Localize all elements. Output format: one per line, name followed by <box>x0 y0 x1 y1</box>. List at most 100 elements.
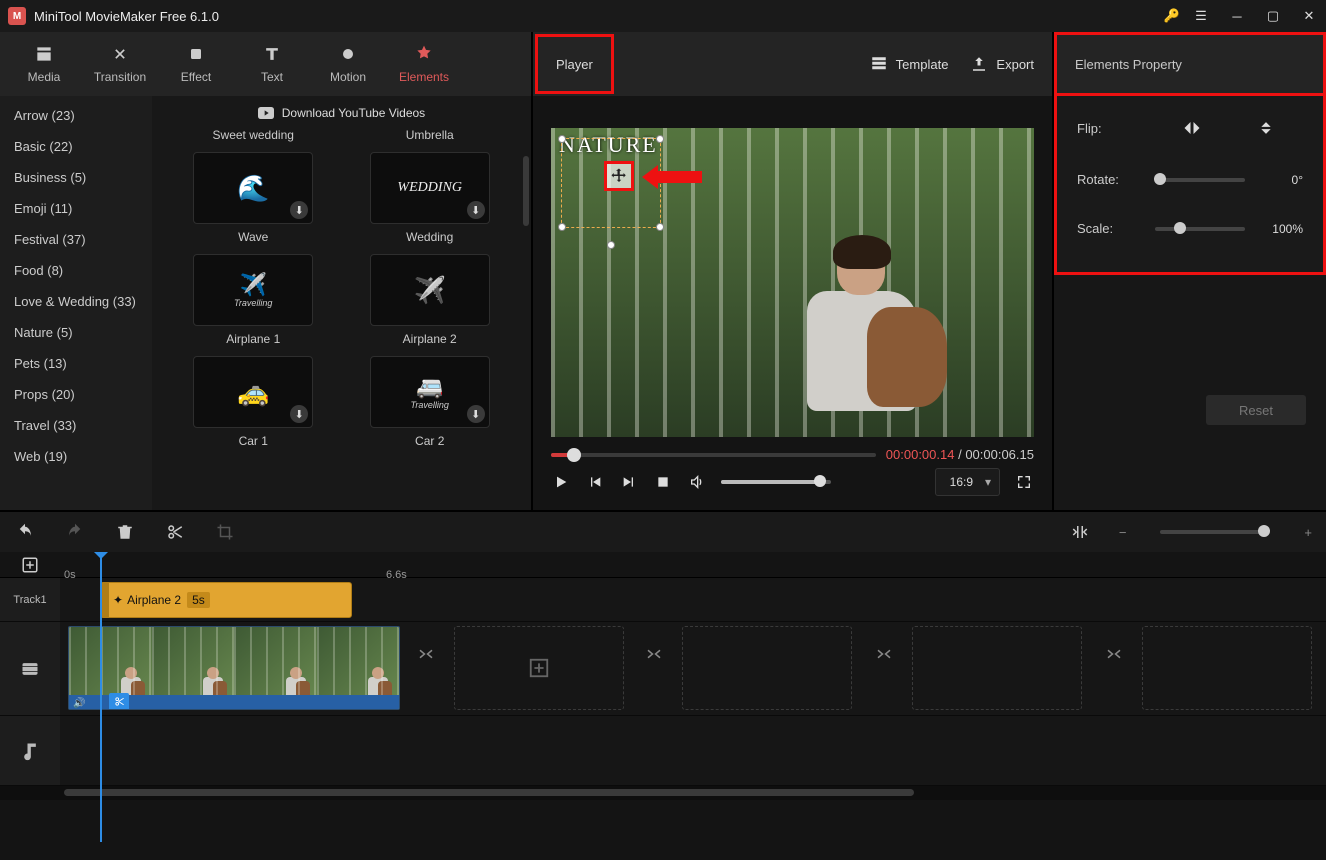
tab-text[interactable]: Text <box>234 32 310 96</box>
download-youtube-link[interactable]: Download YouTube Videos <box>158 100 525 128</box>
hamburger-icon[interactable]: ☰ <box>1192 8 1210 24</box>
tab-elements[interactable]: Elements <box>386 32 462 96</box>
tab-media[interactable]: Media <box>6 32 82 96</box>
fit-timeline-button[interactable] <box>1069 521 1091 543</box>
download-icon[interactable]: ⬇ <box>467 405 485 423</box>
audio-track-lane[interactable] <box>60 716 1326 785</box>
track-header[interactable]: Track1 <box>0 578 60 621</box>
thumb-label: Car 1 <box>239 434 268 448</box>
clip-split-badge[interactable] <box>109 693 129 709</box>
element-track-lane[interactable]: ✦ Airplane 2 5s <box>60 578 1326 621</box>
video-clip[interactable]: 🔊 <box>68 626 400 710</box>
volume-slider[interactable] <box>721 480 831 484</box>
stop-button[interactable] <box>653 472 673 492</box>
video-track-header[interactable] <box>0 622 60 715</box>
reset-label: Reset <box>1239 403 1273 418</box>
delete-button[interactable] <box>114 521 136 543</box>
undo-button[interactable] <box>14 521 36 543</box>
annotation-arrow-icon <box>642 165 702 189</box>
travel-caption: Travelling <box>234 298 272 308</box>
template-button[interactable]: Template <box>870 55 949 73</box>
thumb-label: Airplane 1 <box>226 332 280 346</box>
next-frame-button[interactable] <box>619 472 639 492</box>
transition-slot[interactable] <box>412 640 440 668</box>
category-item[interactable]: Props (20) <box>0 379 152 410</box>
download-icon[interactable]: ⬇ <box>467 201 485 219</box>
element-thumb[interactable]: ✈️ Airplane 2 <box>348 254 510 346</box>
maximize-icon[interactable]: ▢ <box>1264 8 1282 24</box>
zoom-out-button[interactable]: − <box>1119 525 1127 540</box>
volume-icon[interactable] <box>687 472 707 492</box>
category-item[interactable]: Travel (33) <box>0 410 152 441</box>
tab-motion[interactable]: Motion <box>310 32 386 96</box>
category-item[interactable]: Emoji (11) <box>0 193 152 224</box>
category-item[interactable]: Food (8) <box>0 255 152 286</box>
media-placeholder[interactable] <box>912 626 1082 710</box>
category-list[interactable]: Arrow (23) Basic (22) Business (5) Emoji… <box>0 96 152 510</box>
tab-transition[interactable]: Transition <box>82 32 158 96</box>
element-thumb[interactable]: WEDDING⬇ Wedding <box>348 152 510 244</box>
prev-frame-button[interactable] <box>585 472 605 492</box>
scrollbar-thumb[interactable] <box>523 156 529 226</box>
star-icon: ✦ <box>113 593 123 607</box>
export-button[interactable]: Export <box>970 55 1034 73</box>
timeline: 0s 6.6s Track1 ✦ Airplane 2 5s 🔊 <box>0 552 1326 860</box>
app-title: MiniTool MovieMaker Free 6.1.0 <box>34 9 219 24</box>
thumb-label: Car 2 <box>415 434 444 448</box>
close-icon[interactable]: ✕ <box>1300 8 1318 24</box>
category-item[interactable]: Love & Wedding (33) <box>0 286 152 317</box>
player-tab-label: Player <box>556 57 593 72</box>
audio-track-header[interactable] <box>0 716 60 785</box>
scale-slider[interactable] <box>1155 227 1245 231</box>
aspect-ratio-select[interactable]: 16:9 <box>935 468 1000 496</box>
minimize-icon[interactable]: ─ <box>1228 9 1246 24</box>
rotate-slider[interactable] <box>1155 178 1245 182</box>
crop-button[interactable] <box>214 521 236 543</box>
key-icon[interactable]: 🔑 <box>1164 8 1180 24</box>
category-item[interactable]: Nature (5) <box>0 317 152 348</box>
category-item[interactable]: Basic (22) <box>0 131 152 162</box>
add-track-button[interactable] <box>0 556 60 574</box>
fullscreen-button[interactable] <box>1014 472 1034 492</box>
properties-title: Elements Property <box>1075 57 1182 72</box>
transition-slot[interactable] <box>640 640 668 668</box>
video-track-lane[interactable]: 🔊 <box>60 622 1326 715</box>
element-thumb[interactable]: 🚕⬇ Car 1 <box>172 356 334 448</box>
zoom-slider[interactable] <box>1160 530 1270 534</box>
flip-vertical-button[interactable] <box>1252 118 1280 138</box>
media-placeholder[interactable] <box>682 626 852 710</box>
tab-effect[interactable]: Effect <box>158 32 234 96</box>
category-item[interactable]: Arrow (23) <box>0 100 152 131</box>
reset-button[interactable]: Reset <box>1206 395 1306 425</box>
add-media-placeholder[interactable] <box>454 626 624 710</box>
zoom-in-button[interactable]: + <box>1304 525 1312 540</box>
transition-slot[interactable] <box>870 640 898 668</box>
library-tabs: Media Transition Effect Text Motion Elem… <box>0 32 531 96</box>
element-clip[interactable]: ✦ Airplane 2 5s <box>100 582 352 618</box>
category-item[interactable]: Business (5) <box>0 162 152 193</box>
player-tab[interactable]: Player <box>535 34 614 94</box>
redo-button[interactable] <box>64 521 86 543</box>
split-button[interactable] <box>164 521 186 543</box>
preview-viewport[interactable]: NATURE <box>551 128 1034 437</box>
element-thumb[interactable]: Sweet wedding <box>172 128 334 142</box>
flip-horizontal-button[interactable] <box>1178 118 1206 138</box>
play-button[interactable] <box>551 472 571 492</box>
category-item[interactable]: Pets (13) <box>0 348 152 379</box>
element-thumb[interactable]: ✈️Travelling Airplane 1 <box>172 254 334 346</box>
clip-volume-icon[interactable]: 🔊 <box>73 698 85 709</box>
download-icon[interactable]: ⬇ <box>290 201 308 219</box>
category-item[interactable]: Festival (37) <box>0 224 152 255</box>
playhead[interactable] <box>100 552 102 842</box>
media-placeholder[interactable] <box>1142 626 1312 710</box>
transition-slot[interactable] <box>1100 640 1128 668</box>
element-thumb[interactable]: Umbrella <box>348 128 510 142</box>
tab-text-label: Text <box>261 70 283 84</box>
download-icon[interactable]: ⬇ <box>290 405 308 423</box>
category-item[interactable]: Web (19) <box>0 441 152 472</box>
element-thumb[interactable]: 🌊⬇ Wave <box>172 152 334 244</box>
timeline-scrollbar[interactable] <box>0 786 1326 800</box>
playback-scrubber[interactable] <box>551 453 876 457</box>
element-selection-box[interactable] <box>561 138 661 228</box>
element-thumb[interactable]: 🚐Travelling⬇ Car 2 <box>348 356 510 448</box>
